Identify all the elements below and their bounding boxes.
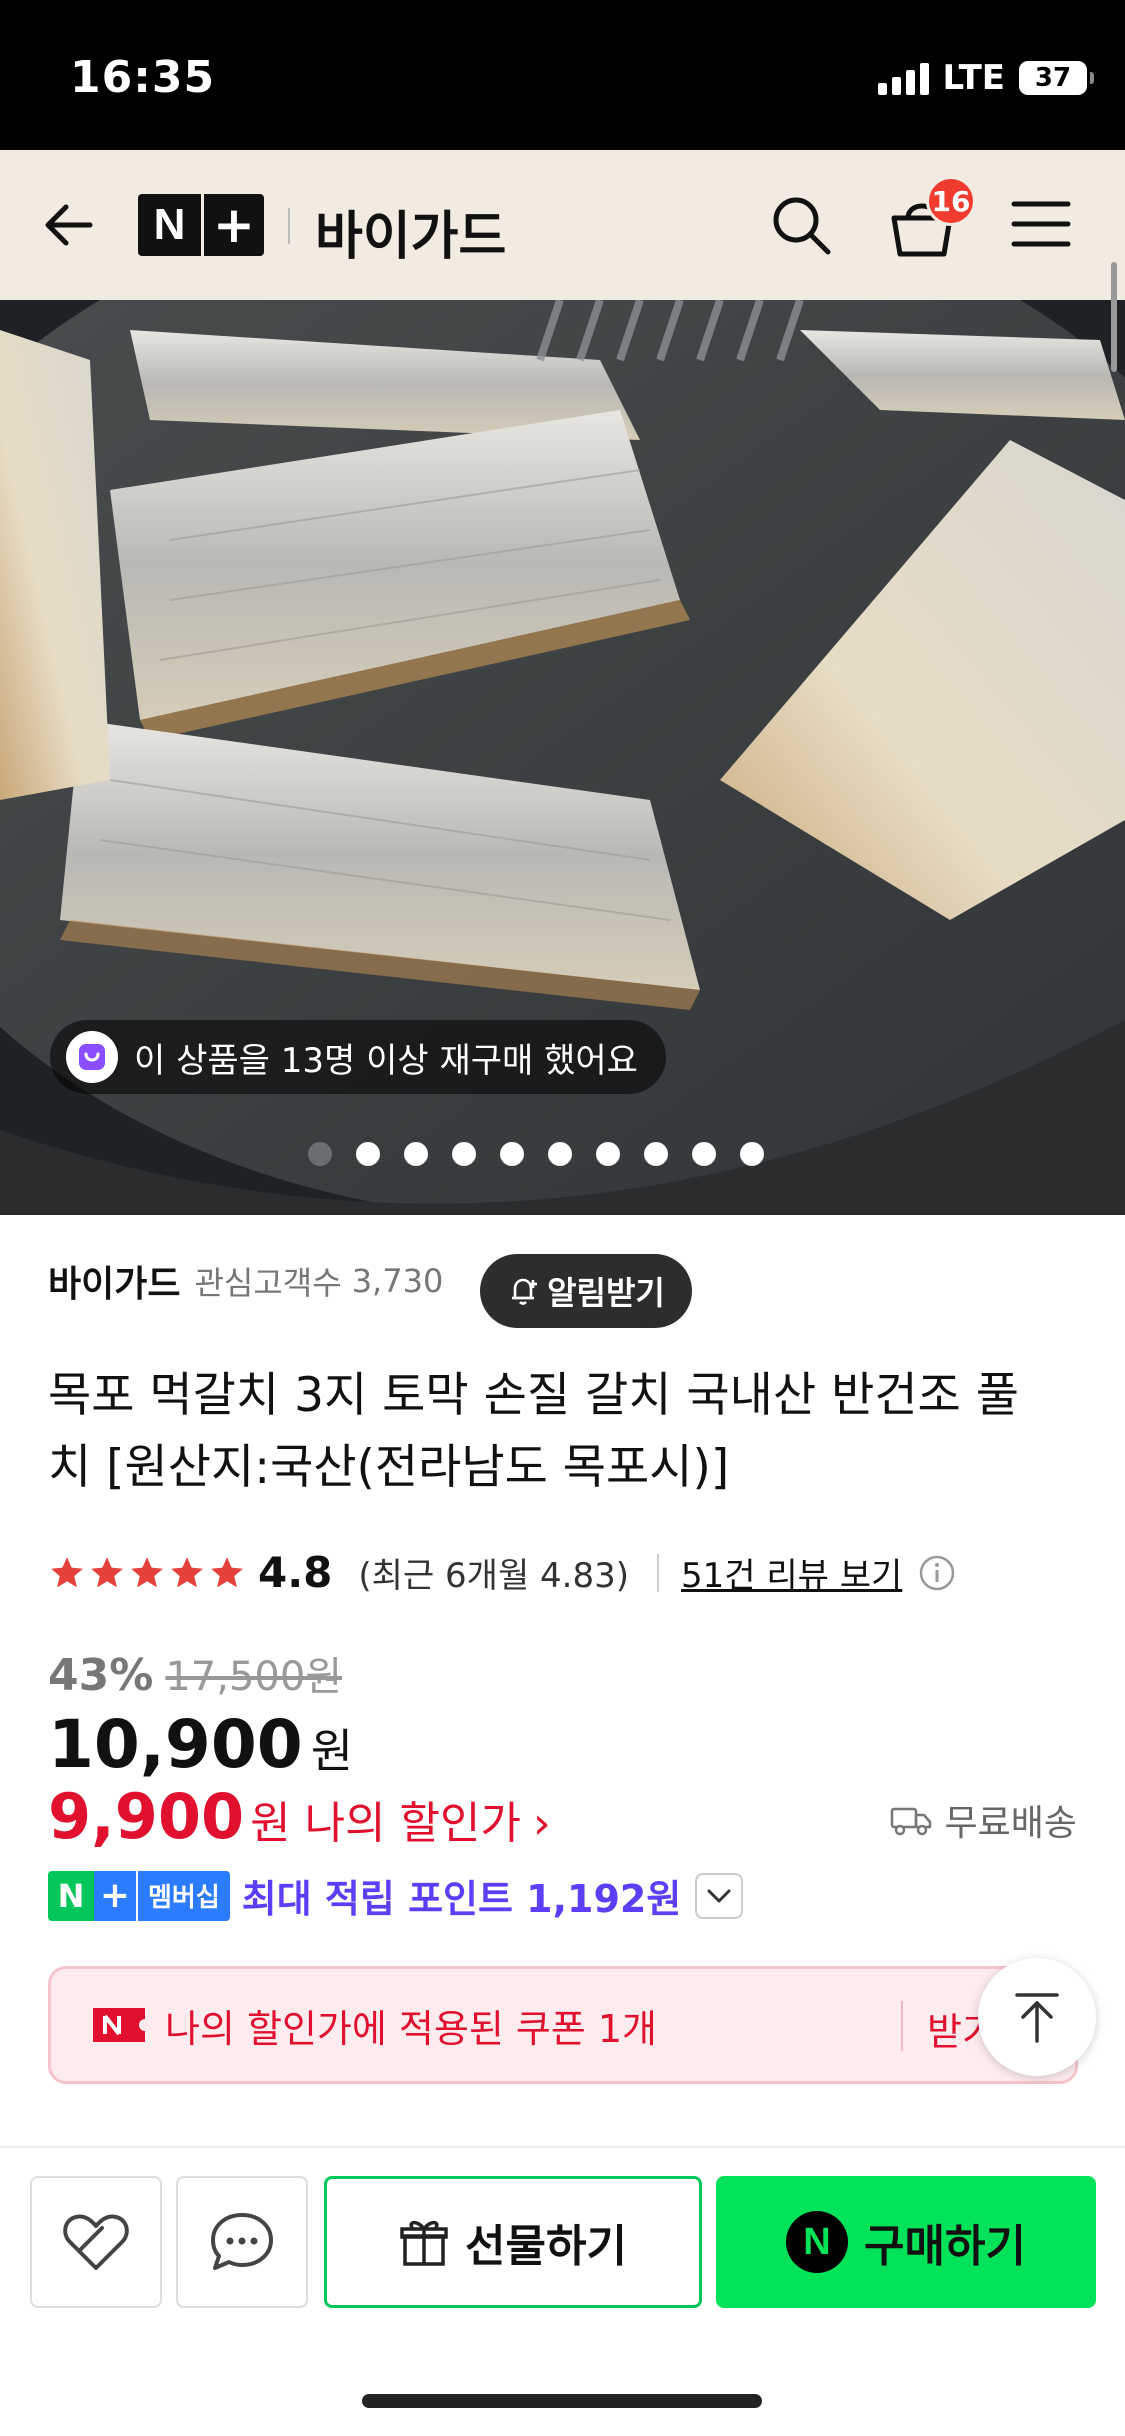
naver-pay-icon: N [786, 2211, 849, 2273]
shipping-label: 무료배송 [944, 1803, 1077, 1844]
bottom-action-bar: 선물하기 N 구매하기 [0, 2146, 1125, 2436]
gallery-dot[interactable] [692, 1142, 716, 1166]
coupon-text: 나의 할인가에 적용된 쿠폰 1개 [165, 2006, 658, 2051]
cart-count-badge: 16 [926, 176, 976, 226]
coupon-divider [901, 2001, 903, 2051]
membership-points-row[interactable]: N + 멤버십 최대 적립 포인트 1,192원 [48, 1868, 744, 1923]
review-link[interactable]: 51건 리뷰 보기 [681, 1548, 902, 1597]
search-icon [773, 197, 831, 255]
logo-n: N [153, 200, 186, 249]
star-icon [91, 1556, 123, 1587]
gallery-dot[interactable] [740, 1142, 764, 1166]
gallery-dot[interactable] [356, 1142, 380, 1166]
arrow-up-icon [1015, 1993, 1059, 2043]
logo-plus: + [213, 196, 255, 254]
my-discount-unit: 원 [250, 1798, 291, 1849]
discount-row: 43% 17,500원 [48, 1644, 342, 1702]
chevron-down-icon [707, 1889, 731, 1902]
original-price: 17,500원 [165, 1654, 343, 1700]
membership-plus: + [94, 1870, 136, 1921]
chat-bubble-icon [211, 2213, 273, 2270]
wishlist-button[interactable] [30, 2176, 162, 2308]
alert-button-label: 알림받기 [547, 1274, 665, 1312]
inquiry-chat-button[interactable] [176, 2176, 308, 2308]
buy-button-label: 구매하기 [864, 2221, 1026, 2272]
network-label: LTE [942, 58, 1005, 98]
follower-label: 관심고객수 [194, 1264, 342, 1302]
heart-icon [63, 2214, 129, 2270]
gift-icon [400, 2220, 448, 2266]
follower-count: 3,730 [351, 1262, 444, 1300]
gallery-dot[interactable] [548, 1142, 572, 1166]
gallery-dot[interactable] [596, 1142, 620, 1166]
naver-coupon-icon [93, 2008, 145, 2042]
membership-n: N [48, 1870, 94, 1921]
gallery-pagination[interactable] [308, 1142, 764, 1166]
repurchase-badge: 이 상품을 13명 이상 재구매 했어요 [50, 1020, 666, 1094]
gift-button[interactable]: 선물하기 [324, 2176, 702, 2308]
back-button[interactable] [40, 195, 100, 255]
shipping-info: 무료배송 [889, 1794, 1077, 1846]
video-play-dot[interactable] [308, 1142, 332, 1166]
top-header: N + 바이가드 16 [0, 150, 1125, 300]
status-time: 16:35 [70, 52, 216, 103]
gallery-dot[interactable] [500, 1142, 524, 1166]
my-discount-price-row[interactable]: 9,900 원 나의 할인가 › [48, 1780, 551, 1853]
star-icon [211, 1556, 243, 1587]
scroll-to-top-button[interactable] [978, 1958, 1096, 2076]
gallery-dot[interactable] [452, 1142, 476, 1166]
signal-icon [877, 61, 929, 95]
rating-value: 4.8 [258, 1548, 333, 1597]
naver-plus-store-logo[interactable]: N + [138, 194, 264, 256]
gift-button-label: 선물하기 [465, 2221, 627, 2272]
rating-divider [657, 1553, 660, 1592]
buy-button[interactable]: N 구매하기 [716, 2176, 1096, 2308]
store-name[interactable]: 바이가드 [315, 194, 506, 269]
shopping-bag-icon [66, 1031, 118, 1083]
info-icon[interactable] [918, 1554, 956, 1592]
sale-price-row: 10,900 원 [48, 1706, 353, 1783]
sale-price: 10,900 [48, 1706, 303, 1783]
recent-rating: (최근 6개월 4.83) [358, 1556, 630, 1596]
gallery-dot[interactable] [644, 1142, 668, 1166]
hamburger-menu-icon [1011, 201, 1071, 247]
chevron-right-icon: › [533, 1798, 551, 1849]
home-indicator[interactable] [362, 2394, 762, 2408]
naver-plus-membership-badge: N + 멤버십 [48, 1870, 230, 1921]
discount-percent: 43% [48, 1650, 154, 1701]
star-icon [51, 1556, 83, 1587]
repurchase-text: 이 상품을 13명 이상 재구매 했어요 [134, 1040, 638, 1081]
header-divider [288, 208, 290, 244]
bell-plus-icon [512, 1278, 538, 1305]
star-icon [171, 1556, 203, 1587]
status-indicators: LTE 37 [877, 58, 1094, 98]
rating-row: 4.8 (최근 6개월 4.83) 51건 리뷰 보기 [48, 1548, 956, 1597]
star-icon [131, 1556, 163, 1587]
arrow-left-icon [45, 204, 93, 246]
page-scrollbar[interactable] [1111, 262, 1117, 372]
my-discount-price: 9,900 [48, 1780, 245, 1853]
membership-text: 멤버십 [136, 1870, 230, 1921]
max-points-label: 최대 적립 포인트 1,192원 [241, 1877, 682, 1921]
menu-button[interactable] [1010, 196, 1072, 252]
status-bar: 16:35 LTE 37 [0, 0, 1125, 150]
star-rating [48, 1554, 246, 1592]
coupon-banner[interactable]: 나의 할인가에 적용된 쿠폰 1개 받기 [48, 1966, 1078, 2084]
product-title: 목포 먹갈치 3지 토막 손질 갈치 국내산 반건조 풀치 [원산지:국산(전라… [48, 1368, 1019, 1495]
battery-icon: 37 [1019, 61, 1094, 95]
points-expand-button[interactable] [695, 1872, 744, 1919]
seller-name[interactable]: 바이가드 [48, 1255, 180, 1307]
seller-info: 바이가드 관심고객수 3,730 [48, 1255, 443, 1307]
notification-subscribe-button[interactable]: 알림받기 [480, 1254, 692, 1328]
delivery-truck-icon [890, 1807, 931, 1836]
gallery-dot[interactable] [404, 1142, 428, 1166]
sale-price-unit: 원 [310, 1724, 354, 1778]
my-discount-label: 나의 할인가 [304, 1798, 521, 1849]
search-button[interactable] [768, 192, 834, 258]
